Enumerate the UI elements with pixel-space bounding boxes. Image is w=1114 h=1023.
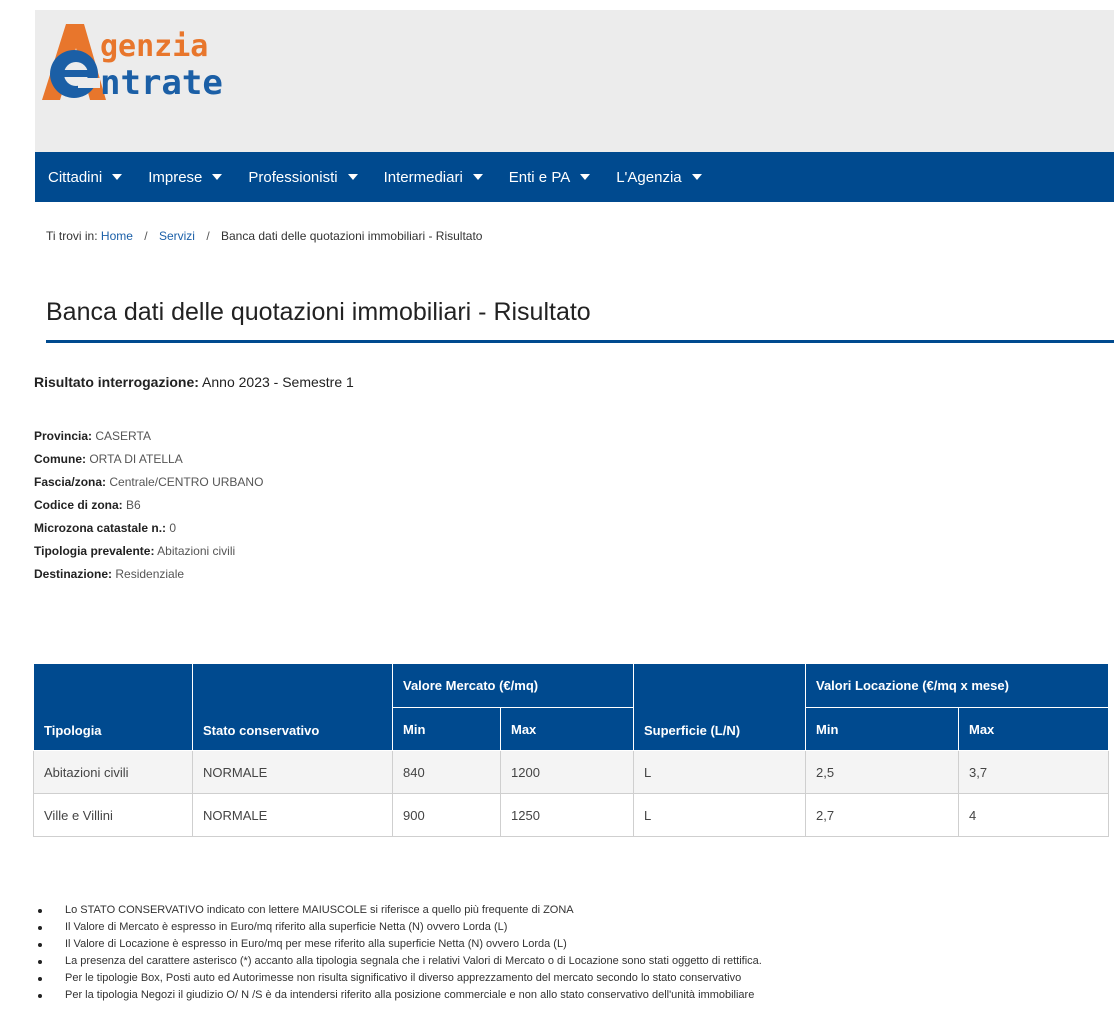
info-value: ORTA DI ATELLA: [89, 452, 183, 466]
logo-line2: ntrate: [100, 63, 223, 103]
cell-tipologia: Ville e Villini: [33, 793, 193, 837]
nav-item-label: Intermediari: [383, 168, 463, 186]
result-label: Risultato interrogazione:: [34, 374, 199, 390]
info-value: CASERTA: [95, 429, 151, 443]
nav-item-agenzia[interactable]: L'Agenzia: [616, 168, 702, 186]
cell-mercato-max: 1250: [500, 793, 634, 837]
header-valori-locazione: Valori Locazione (€/mq x mese): [805, 663, 1109, 708]
nav-item-label: Enti e PA: [508, 168, 571, 186]
nav-item-cittadini[interactable]: Cittadini: [48, 168, 123, 186]
header-locazione-max: Max: [958, 707, 1109, 751]
info-value: Residenziale: [115, 567, 185, 581]
info-value: 0: [169, 521, 177, 535]
nav-item-label: Cittadini: [48, 168, 103, 186]
cell-locazione-min: 2,5: [805, 750, 959, 794]
cell-mercato-min: 840: [392, 750, 501, 794]
note-item: La presenza del carattere asterisco (*) …: [38, 953, 762, 970]
info-provincia: Provincia: CASERTA: [34, 429, 263, 452]
caret-down-icon: [691, 174, 702, 180]
header: genzia ntrate: [0, 0, 1114, 152]
breadcrumb-prefix: Ti trovi in:: [46, 229, 98, 243]
header-mercato-max: Max: [500, 707, 634, 751]
header-locazione-min: Min: [805, 707, 959, 751]
note-item: Per la tipologia Negozi il giudizio O/ N…: [38, 987, 762, 1004]
info-label: Tipologia prevalente:: [34, 544, 155, 558]
nav-item-imprese[interactable]: Imprese: [148, 168, 223, 186]
cell-locazione-max: 4: [958, 793, 1109, 837]
info-label: Comune:: [34, 452, 86, 466]
nav-item-professionisti[interactable]: Professionisti: [248, 168, 358, 186]
info-comune: Comune: ORTA DI ATELLA: [34, 452, 263, 475]
caret-down-icon: [347, 174, 358, 180]
caret-down-icon: [580, 174, 591, 180]
info-label: Microzona catastale n.:: [34, 521, 167, 535]
info-label: Codice di zona:: [34, 498, 123, 512]
info-fascia-zona: Fascia/zona: Centrale/CENTRO URBANO: [34, 475, 263, 498]
result-value: Anno 2023 - Semestre 1: [202, 374, 354, 390]
logo-line1: genzia: [100, 29, 208, 64]
info-microzona: Microzona catastale n.: 0: [34, 521, 263, 544]
header-valore-mercato: Valore Mercato (€/mq): [392, 663, 634, 708]
nav-item-intermediari[interactable]: Intermediari: [384, 169, 483, 186]
info-tipologia-prevalente: Tipologia prevalente: Abitazioni civili: [34, 544, 263, 567]
info-destinazione: Destinazione: Residenziale: [34, 567, 263, 590]
info-label: Provincia:: [34, 429, 93, 443]
breadcrumb-services-link[interactable]: Servizi: [159, 229, 195, 243]
cell-stato: NORMALE: [192, 750, 393, 794]
breadcrumb-separator: /: [144, 229, 148, 243]
nav-item-enti-pa[interactable]: Enti e PA: [508, 168, 591, 186]
agenzia-entrate-logo-icon: genzia ntrate: [42, 24, 223, 103]
table-row: Ville e Villini NORMALE 900 1250 L 2,7 4: [33, 793, 1109, 837]
note-item: Lo STATO CONSERVATIVO indicato con lette…: [38, 902, 762, 919]
caret-down-icon: [472, 174, 483, 180]
info-label: Destinazione:: [34, 567, 113, 581]
cell-superficie: L: [633, 750, 806, 794]
breadcrumb-current: Banca dati delle quotazioni immobiliari …: [221, 229, 483, 243]
breadcrumb-home-link[interactable]: Home: [101, 229, 133, 243]
info-value: B6: [126, 498, 141, 512]
caret-down-icon: [112, 174, 123, 180]
page-title: Banca dati delle quotazioni immobiliari …: [46, 298, 591, 326]
cell-mercato-min: 900: [392, 793, 501, 837]
note-item: Per le tipologie Box, Posti auto ed Auto…: [38, 970, 762, 987]
cell-locazione-min: 2,7: [805, 793, 959, 837]
breadcrumb-separator: /: [206, 229, 210, 243]
main-nav: Cittadini Imprese Professionisti Interme…: [35, 152, 1114, 202]
header-mercato-min: Min: [392, 707, 501, 751]
table-row: Abitazioni civili NORMALE 840 1200 L 2,5…: [33, 750, 1109, 794]
header-stato: Stato conservativo: [192, 663, 393, 751]
table-header-row: Tipologia Stato conservativo Valore Merc…: [33, 663, 1109, 751]
cell-stato: NORMALE: [192, 793, 393, 837]
cell-locazione-max: 3,7: [958, 750, 1109, 794]
info-label: Fascia/zona:: [34, 475, 107, 489]
nav-item-label: L'Agenzia: [616, 168, 682, 186]
note-item: Il Valore di Locazione è espresso in Eur…: [38, 936, 762, 953]
agenzia-entrate-logo[interactable]: genzia ntrate: [38, 18, 298, 106]
breadcrumb: Ti trovi in: Home / Servizi / Banca dati…: [46, 229, 482, 243]
title-divider: [46, 340, 1114, 343]
note-item: Il Valore di Mercato è espresso in Euro/…: [38, 919, 762, 936]
info-value: Centrale/CENTRO URBANO: [109, 475, 264, 489]
info-value: Abitazioni civili: [157, 544, 236, 558]
nav-item-label: Imprese: [148, 168, 203, 186]
quotations-table: Tipologia Stato conservativo Valore Merc…: [33, 663, 1109, 837]
info-codice-zona: Codice di zona: B6: [34, 498, 263, 521]
zone-info: Provincia: CASERTA Comune: ORTA DI ATELL…: [34, 429, 263, 590]
caret-down-icon: [212, 174, 223, 180]
cell-tipologia: Abitazioni civili: [33, 750, 193, 794]
result-summary: Risultato interrogazione: Anno 2023 - Se…: [34, 374, 354, 390]
cell-superficie: L: [633, 793, 806, 837]
notes-list: Lo STATO CONSERVATIVO indicato con lette…: [38, 902, 762, 1004]
header-tipologia: Tipologia: [33, 663, 193, 751]
nav-item-label: Professionisti: [248, 168, 338, 186]
cell-mercato-max: 1200: [500, 750, 634, 794]
header-superficie: Superficie (L/N): [633, 663, 806, 751]
